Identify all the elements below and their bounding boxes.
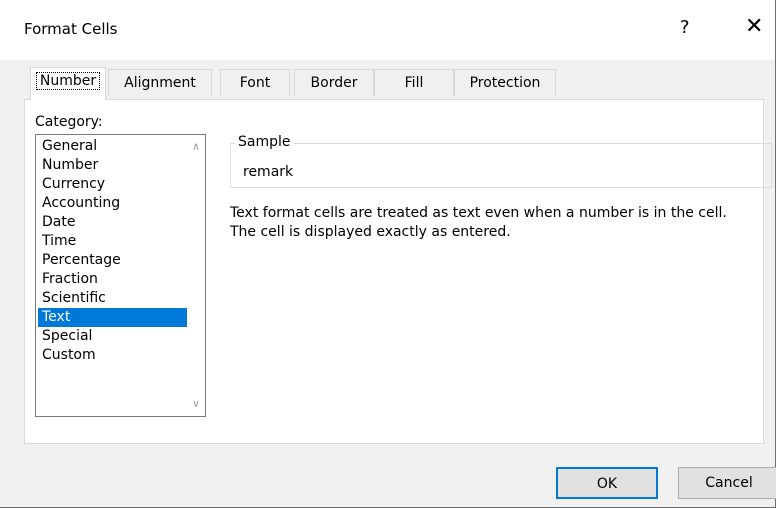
category-item-number[interactable]: Number [38, 156, 187, 175]
category-item-percentage[interactable]: Percentage [38, 251, 187, 270]
tab-font[interactable]: Font [220, 69, 290, 96]
category-item-text[interactable]: Text [38, 308, 187, 327]
category-item-general[interactable]: General [38, 137, 187, 156]
category-item-scientific[interactable]: Scientific [38, 289, 187, 308]
scroll-up-arrow-icon[interactable]: ∧ [192, 140, 200, 153]
category-item-currency[interactable]: Currency [38, 175, 187, 194]
dialog-title: Format Cells [24, 20, 118, 38]
scroll-down-arrow-icon[interactable]: ∨ [192, 397, 200, 410]
ok-button[interactable]: OK [556, 467, 658, 499]
tab-number-label: Number [35, 72, 101, 90]
tab-alignment[interactable]: Alignment [108, 69, 212, 96]
help-button[interactable]: ? [680, 17, 690, 38]
format-description: Text format cells are treated as text ev… [230, 204, 727, 242]
category-item-custom[interactable]: Custom [38, 346, 187, 365]
category-item-date[interactable]: Date [38, 213, 187, 232]
sample-value: remark [243, 164, 294, 180]
category-item-time[interactable]: Time [38, 232, 187, 251]
description-line-2: The cell is displayed exactly as entered… [230, 224, 511, 240]
title-bar: Format Cells ? ✕ [0, 0, 775, 60]
tab-border[interactable]: Border [294, 69, 374, 96]
category-item-special[interactable]: Special [38, 327, 187, 346]
sample-group [230, 143, 772, 188]
category-listbox[interactable]: General Number Currency Accounting Date … [35, 134, 206, 417]
category-item-accounting[interactable]: Accounting [38, 194, 187, 213]
category-item-fraction[interactable]: Fraction [38, 270, 187, 289]
tab-protection[interactable]: Protection [454, 69, 556, 96]
description-line-1: Text format cells are treated as text ev… [230, 205, 727, 221]
tab-fill[interactable]: Fill [374, 69, 454, 96]
close-button[interactable]: ✕ [745, 14, 763, 39]
tab-strip: Number Alignment Font Border Fill Protec… [24, 67, 764, 100]
cancel-button[interactable]: Cancel [678, 467, 776, 499]
sample-label: Sample [235, 134, 294, 150]
format-cells-dialog: Format Cells ? ✕ Number Alignment Font B… [0, 0, 776, 508]
category-label: Category: [35, 114, 103, 130]
tab-number[interactable]: Number [30, 67, 106, 100]
